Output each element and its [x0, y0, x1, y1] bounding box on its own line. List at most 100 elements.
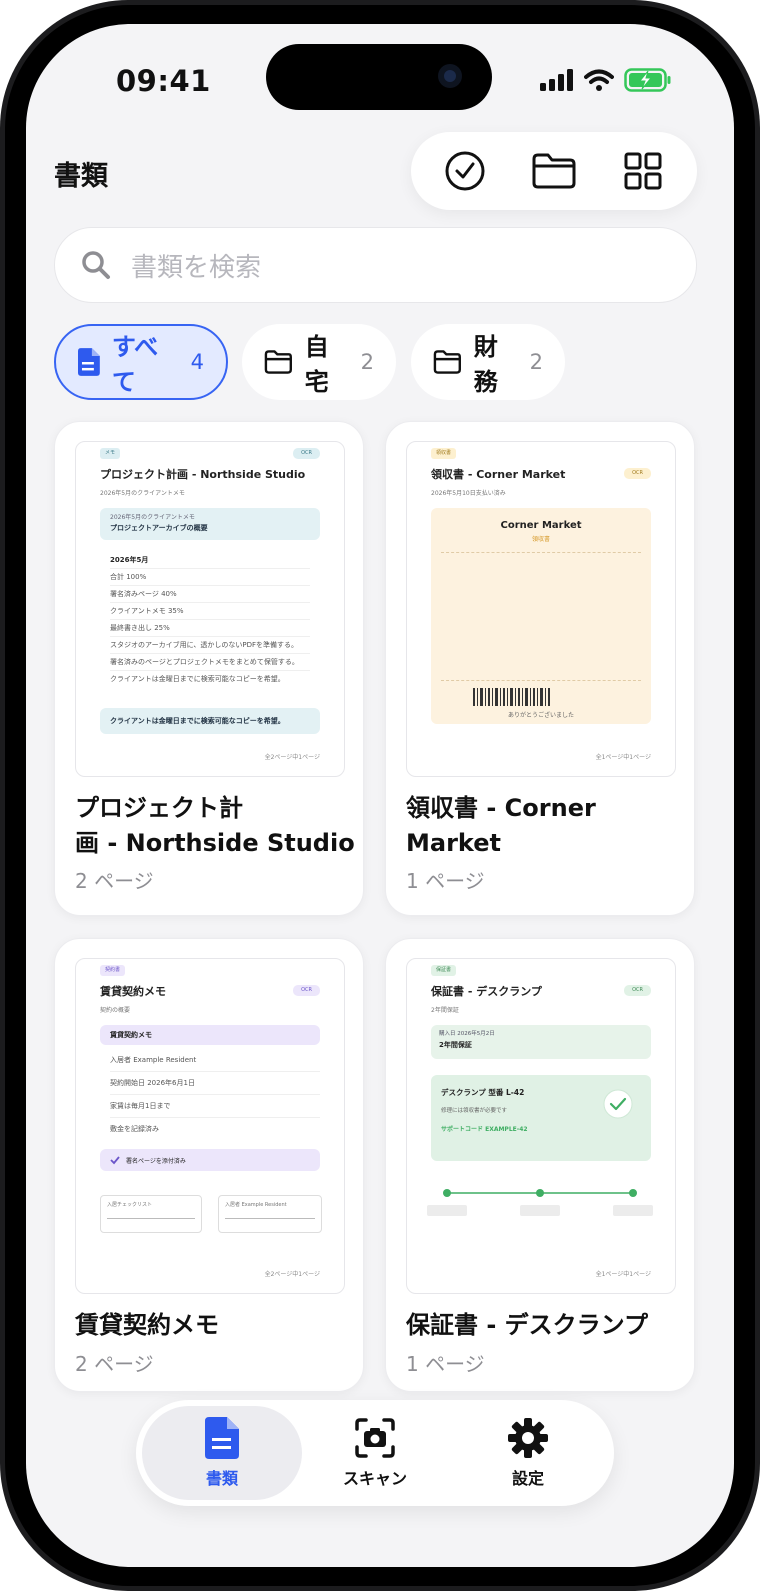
dynamic-island	[266, 44, 492, 110]
app-screen: 09:41 書類 書類を検索 すべて 4 自宅 2 財務 2 メモ OCR プロ…	[26, 24, 734, 1567]
thumbnail-lines: 入居者 Example Resident 契約開始日 2026年6月1日 家賃は…	[110, 1049, 320, 1141]
ocr-badge: OCR	[293, 448, 320, 459]
document-icon	[205, 1417, 239, 1459]
tab-label: 設定	[511, 1469, 544, 1488]
signed-pages-row: 署名ページを添付済み	[100, 1149, 320, 1171]
line-item: スタジオのアーカイブ用に、透かしのないPDFを準備する。	[110, 637, 310, 654]
page-count: 1 ページ	[406, 1352, 485, 1376]
divider	[441, 680, 641, 681]
document-thumbnail: 契約書 賃貸契約メモ OCR 契約の概要 賃貸契約メモ 入居者 Example …	[75, 958, 345, 1294]
page-indicator: 全1ページ中1ページ	[595, 754, 651, 761]
thumbnail-subheading: 2026年5月10日支払い済み	[431, 490, 506, 497]
grid-icon	[624, 152, 662, 190]
thumbnail-heading: 賃貸契約メモ	[100, 985, 166, 998]
title-line: プロジェクト計	[75, 794, 243, 822]
line-item: 署名済みのページとプロジェクトメモをまとめて保管する。	[110, 654, 310, 671]
document-card-receipt[interactable]: 領収書 領収書 - Corner Market OCR 2026年5月10日支払…	[385, 421, 695, 916]
filter-label: 財務	[473, 333, 498, 396]
page-indicator: 全2ページ中1ページ	[264, 754, 320, 761]
field-line	[107, 1218, 195, 1219]
page-title: 書類	[54, 161, 108, 192]
status-icons	[540, 68, 672, 92]
status-time: 09:41	[116, 64, 211, 98]
thumbnail-tag: 領収書	[431, 448, 457, 459]
summary-title: プロジェクトアーカイブの概要	[110, 524, 208, 532]
filter-chip-all[interactable]: すべて 4	[54, 324, 228, 400]
page-indicator: 全2ページ中1ページ	[264, 1271, 320, 1278]
thumbnail-tag: 契約書	[100, 965, 126, 976]
store-name: Corner Market	[500, 520, 582, 531]
document-title: 保証書 - デスクランプ	[406, 1311, 648, 1339]
line-item: 最終書き出し 25%	[110, 620, 310, 637]
header-toolbar	[411, 132, 697, 210]
thumbnail-summary-box: 2026年5月のクライアントメモ プロジェクトアーカイブの概要	[100, 508, 320, 540]
ocr-badge: OCR	[624, 985, 651, 996]
filter-chip-home[interactable]: 自宅 2	[242, 324, 396, 400]
thumbnail-subheading: 2026年5月のクライアントメモ	[100, 490, 185, 497]
thumbnail-heading: 領収書 - Corner Market	[431, 468, 566, 481]
search-bar[interactable]: 書類を検索	[54, 227, 697, 303]
summary-small: 2026年5月のクライアントメモ	[110, 514, 195, 521]
thumbnail-callout: クライアントは金曜日までに検索可能なコピーを希望。	[100, 708, 320, 734]
tab-scan[interactable]: スキャン	[295, 1406, 455, 1500]
receipt-label: 領収書	[531, 536, 550, 543]
document-card-lease[interactable]: 契約書 賃貸契約メモ OCR 契約の概要 賃貸契約メモ 入居者 Example …	[54, 938, 364, 1392]
folder-icon	[532, 153, 576, 189]
filter-label: 自宅	[304, 333, 329, 396]
barcode-icon	[473, 688, 550, 706]
document-thumbnail: 保証書 保証書 - デスクランプ OCR 2年間保証 購入日 2026年5月2日…	[406, 958, 676, 1294]
title-line: Market	[406, 829, 501, 857]
month-label: 2026年5月	[110, 552, 310, 569]
resident-field: 入居者 Example Resident	[218, 1195, 322, 1233]
checkmark-circle-icon	[445, 151, 485, 191]
tab-documents[interactable]: 書類	[142, 1406, 302, 1500]
summary-title: 賃貸契約メモ	[100, 1025, 320, 1045]
line-item: クライアントメモ 35%	[110, 603, 310, 620]
line-item: 敷金を記録済み	[110, 1125, 159, 1133]
progress-timeline	[427, 1189, 653, 1216]
bottom-tab-bar: 書類 スキャン 設定	[136, 1400, 614, 1506]
purchase-date: 購入日 2026年5月2日	[439, 1031, 495, 1037]
phone-frame: 09:41 書類 書類を検索 すべて 4 自宅 2 財務 2 メモ OCR プロ…	[0, 0, 760, 1591]
search-icon	[82, 251, 110, 279]
title-line: 領収書 - Corner	[406, 794, 596, 822]
filter-chip-finance[interactable]: 財務 2	[411, 324, 565, 400]
thanks-text: ありがとうございました	[507, 712, 574, 719]
line-item: クライアントは金曜日までに検索可能なコピーを希望。	[110, 675, 285, 683]
document-card-warranty[interactable]: 保証書 保証書 - デスクランプ OCR 2年間保証 購入日 2026年5月2日…	[385, 938, 695, 1392]
grid-view-button[interactable]	[618, 146, 668, 196]
line-item: 署名済みページ 40%	[110, 586, 310, 603]
line-item: 入居者 Example Resident	[110, 1049, 320, 1072]
ocr-badge: OCR	[293, 985, 320, 996]
search-placeholder: 書類を検索	[131, 252, 262, 283]
select-button[interactable]	[440, 146, 490, 196]
filter-count: 4	[190, 350, 204, 374]
document-card-project-plan[interactable]: メモ OCR プロジェクト計画 - Northside Studio 2026年…	[54, 421, 364, 916]
signal-icon	[540, 69, 573, 91]
folder-button[interactable]	[529, 146, 579, 196]
battery-charging-icon	[624, 68, 671, 92]
thumbnail-subheading: 2年間保証	[431, 1007, 459, 1014]
purchase-box: 購入日 2026年5月2日 2年間保証	[431, 1025, 651, 1059]
page-count: 2 ページ	[75, 1352, 154, 1376]
thumbnail-tag: 保証書	[431, 965, 457, 976]
document-title: 領収書 - Corner Market	[406, 791, 596, 861]
filter-count: 2	[529, 350, 543, 374]
wifi-icon	[584, 69, 614, 91]
document-title: 賃貸契約メモ	[75, 1311, 219, 1339]
field-label: 入居者 Example Resident	[225, 1202, 287, 1208]
divider	[441, 552, 641, 553]
gear-icon	[508, 1418, 548, 1458]
checkmark-icon	[110, 1156, 120, 1165]
tab-label: 書類	[205, 1469, 238, 1488]
document-title: プロジェクト計 画 - Northside Studio	[75, 791, 355, 861]
line-item: 家賃は毎月1日まで	[110, 1095, 320, 1118]
ocr-badge: OCR	[624, 468, 651, 479]
signed-label: 署名ページを添付済み	[126, 1157, 186, 1165]
tab-label: スキャン	[342, 1469, 407, 1488]
document-thumbnail: メモ OCR プロジェクト計画 - Northside Studio 2026年…	[75, 441, 345, 777]
page-indicator: 全1ページ中1ページ	[595, 1271, 651, 1278]
thumbnail-heading: プロジェクト計画 - Northside Studio	[100, 468, 306, 481]
tab-settings[interactable]: 設定	[448, 1406, 608, 1500]
thumbnail-subheading: 契約の概要	[100, 1007, 131, 1014]
